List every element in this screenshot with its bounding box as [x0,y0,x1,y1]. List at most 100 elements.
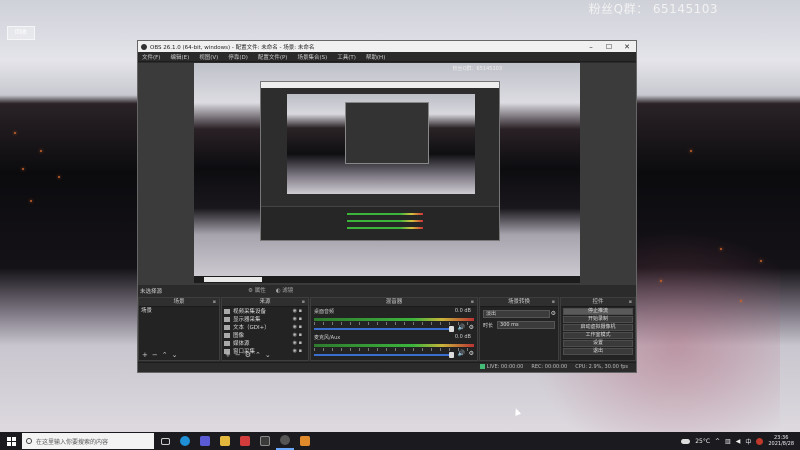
speaker-icon[interactable]: 🔊 [458,350,465,357]
app-icon[interactable] [196,432,214,450]
clock[interactable]: 23:36 2021/8/28 [768,435,794,447]
stop-streaming-button[interactable]: 停止推流 [563,308,633,315]
source-type-icon [224,316,230,322]
maximize-icon[interactable]: ☐ [600,43,618,51]
source-item[interactable]: 文本（GDI+） ◉ ▪ [222,323,308,331]
weather-temp[interactable]: 25°C [695,438,710,445]
ime-indicator[interactable]: 中 [745,437,751,446]
volume-icon[interactable]: ◀ [736,438,741,445]
source-item[interactable]: 媒体源 ◉ ▪ [222,339,308,347]
task-view-icon[interactable] [156,432,174,450]
mixer-channel: 麦克风/Aux 0.0 dB 🔊 ⚙ [311,333,477,359]
visibility-icon[interactable]: ◉ ▪ [293,316,302,322]
weather-icon [681,438,691,444]
edge-icon[interactable] [176,432,194,450]
sparkle [58,176,60,178]
sources-dock-title: 来源 [222,298,308,307]
folder-icon[interactable] [216,432,234,450]
scene-item[interactable]: 场景 [139,307,219,315]
nested-docks [261,206,499,240]
nested-obs-window [260,81,500,241]
channel-db: 0.0 dB [454,308,471,314]
nested-obs-window-2 [345,102,429,164]
gear-icon[interactable]: ⚙ [469,324,474,331]
menu-scene-collection[interactable]: 场景集合(S) [297,53,327,61]
preview-canvas[interactable]: 粉丝Q群：65145103 [194,63,580,283]
sources-dock: 来源 视频采集设备◉ ▪ 显示器采集◉ ▪ 文本（GDI+）◉ ▪ 图像◉ ▪ … [221,297,309,361]
menu-tools[interactable]: 工具(T) [337,53,356,61]
source-toolbar: ⚙ 属性 ◐ 滤镜 [248,286,293,294]
gear-icon[interactable]: ⚙ [551,310,556,317]
menu-help[interactable]: 帮助(H) [366,53,385,61]
obs-titlebar[interactable]: OBS 26.1.0 (64-bit, windows) - 配置文件: 未命名… [138,41,636,52]
volume-slider[interactable] [314,352,454,358]
remove-icon[interactable]: − [152,351,158,360]
scenes-dock: 场景 场景 + − ⌃ ⌄ [138,297,220,361]
menu-docks[interactable]: 停靠(D) [228,53,248,61]
mixer-dock: 混音器 桌面音频 0.0 dB 🔊 ⚙ 麦克风/Aux 0.0 dB 🔊 ⚙ [310,297,478,361]
taskbar-search[interactable]: 在这里输入你要搜索的内容 [22,433,154,449]
studio-mode-button[interactable]: 工作室模式 [563,332,633,339]
sparkle [760,260,762,262]
duration-label: 时长 [483,322,494,329]
mixer-dock-title: 混音器 [311,298,477,307]
transition-select[interactable]: 淡出 [483,310,550,318]
menu-profile[interactable]: 配置文件(P) [258,53,288,61]
gear-icon[interactable]: ⚙ [469,350,474,357]
sparkle [660,280,662,282]
start-recording-button[interactable]: 开始录制 [563,316,633,323]
sparkle [690,150,692,152]
visibility-icon[interactable]: ◉ ▪ [293,332,302,338]
menu-file[interactable]: 文件(F) [142,53,160,61]
transitions-dock: 场景转换 淡出 ⚙ 时长 300 ms [479,297,559,361]
network-icon[interactable]: ▥ [725,438,731,445]
down-icon[interactable]: ⌄ [172,351,178,360]
tray-expand-icon[interactable]: ^ [715,438,720,445]
minimize-icon[interactable]: – [582,43,600,51]
add-icon[interactable]: + [225,351,231,360]
app-icon[interactable] [236,432,254,450]
remove-icon[interactable]: − [235,351,241,360]
controls-dock: 控件 停止推流 开始录制 启动虚拟摄像机 工作室模式 设置 退出 [560,297,636,361]
sparkle [14,132,16,134]
cpu-status: CPU: 2.9%, 30.00 fps [575,364,628,370]
volume-slider[interactable] [314,326,454,332]
mixer-channel: 桌面音频 0.0 dB 🔊 ⚙ [311,307,477,333]
scenes-dock-title: 场景 [139,298,219,307]
source-item[interactable]: 图像 ◉ ▪ [222,331,308,339]
visibility-icon[interactable]: ◉ ▪ [293,340,302,346]
gear-icon[interactable]: ⚙ [245,351,251,360]
rec-status: REC: 00:00:00 [531,364,568,370]
notification-icon[interactable] [756,437,764,445]
start-button[interactable] [0,432,22,450]
visibility-icon[interactable]: ◉ ▪ [293,324,302,330]
menu-view[interactable]: 视图(V) [199,53,218,61]
obs-taskbar-icon[interactable] [276,432,294,450]
up-icon[interactable]: ⌃ [255,351,261,360]
filters-button[interactable]: ◐ 滤镜 [276,286,294,294]
properties-button[interactable]: ⚙ 属性 [248,286,266,294]
app-icon[interactable] [296,432,314,450]
exit-button[interactable]: 退出 [563,348,633,355]
visibility-icon[interactable]: ◉ ▪ [293,308,302,314]
down-icon[interactable]: ⌄ [265,351,271,360]
virtual-camera-button[interactable]: 启动虚拟摄像机 [563,324,633,331]
status-bar: LIVE: 00:00:00 REC: 00:00:00 CPU: 2.9%, … [138,362,636,372]
channel-name: 桌面音频 [314,309,335,315]
desktop-icon[interactable]: 回收 [7,26,35,40]
settings-button[interactable]: 设置 [563,340,633,347]
menu-edit[interactable]: 编辑(E) [170,53,189,61]
sparkle [740,300,742,302]
up-icon[interactable]: ⌃ [162,351,168,360]
speaker-icon[interactable]: 🔊 [458,324,465,331]
source-type-icon [224,308,230,314]
window-title: OBS 26.1.0 (64-bit, windows) - 配置文件: 未命名… [150,44,315,51]
menu-bar: 文件(F) 编辑(E) 视图(V) 停靠(D) 配置文件(P) 场景集合(S) … [138,52,636,62]
close-icon[interactable]: ✕ [618,43,636,51]
live-status: LIVE: 00:00:00 [479,363,523,372]
source-item[interactable]: 视频采集设备 ◉ ▪ [222,307,308,315]
duration-field[interactable]: 300 ms [497,321,555,329]
add-icon[interactable]: + [142,351,148,360]
source-item[interactable]: 显示器采集 ◉ ▪ [222,315,308,323]
app-icon[interactable] [256,432,274,450]
